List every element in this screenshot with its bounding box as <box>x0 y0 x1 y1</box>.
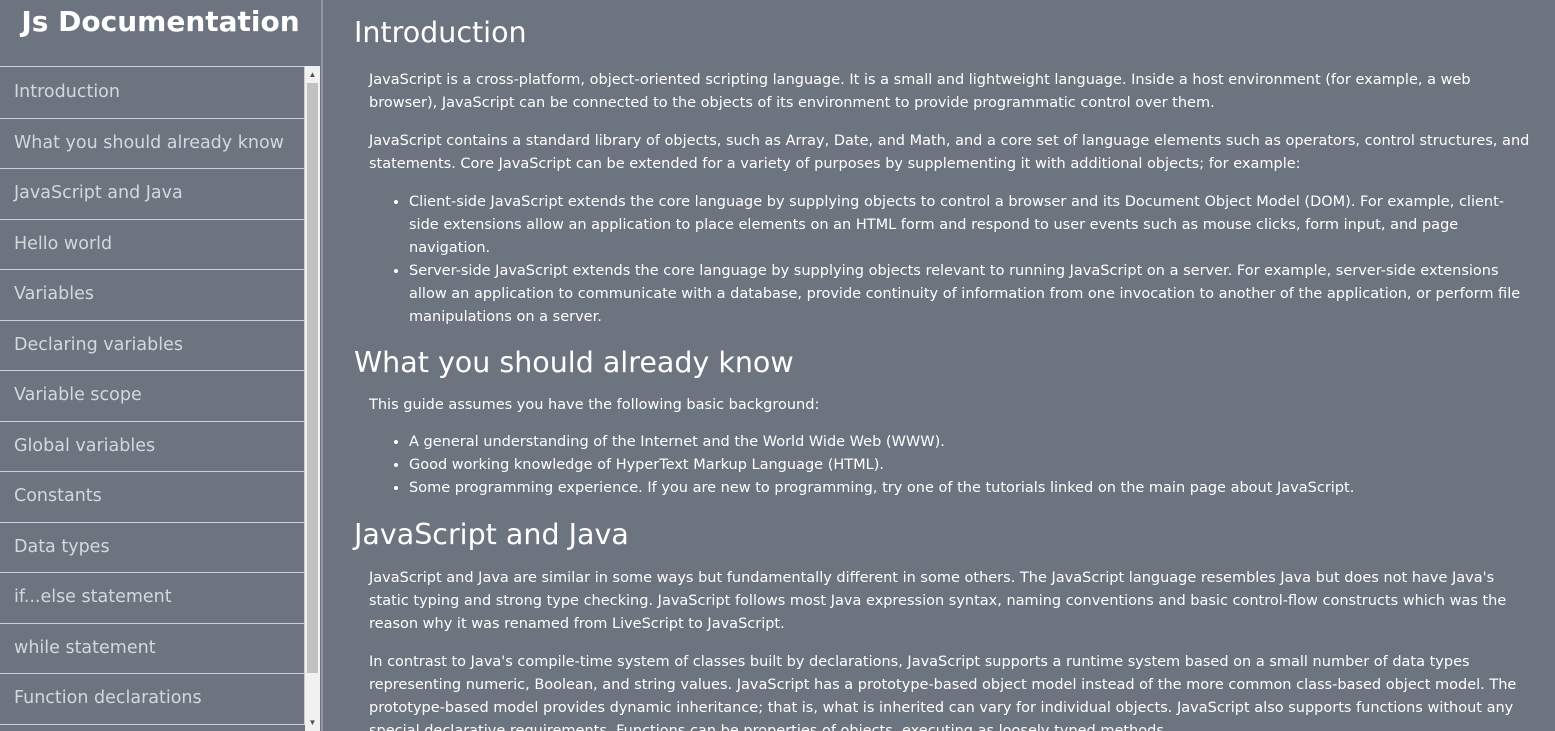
bullet-list: Client-side JavaScript extends the core … <box>369 191 1533 329</box>
sidebar-item-javascript-and-java[interactable]: JavaScript and Java <box>0 169 305 220</box>
paragraph: In contrast to Java's compile-time syste… <box>369 654 1517 731</box>
scroll-down-arrow-icon[interactable]: ▼ <box>305 714 320 731</box>
sidebar-item-declaring-variables[interactable]: Declaring variables <box>0 320 305 371</box>
sidebar-item-data-types[interactable]: Data types <box>0 522 305 573</box>
list-item: Some programming experience. If you are … <box>409 477 1533 500</box>
sidebar-title: Js Documentation <box>21 5 300 38</box>
section-title-javascript-and-java: JavaScript and Java <box>354 518 629 551</box>
section-title-introduction: Introduction <box>354 16 527 49</box>
sidebar-item-what-you-should-already-know[interactable]: What you should already know <box>0 118 305 169</box>
paragraph: JavaScript is a cross-platform, object-o… <box>369 72 1471 111</box>
section-body-javascript-and-java: JavaScript and Java are similar in some … <box>354 567 1533 731</box>
list-item: Server-side JavaScript extends the core … <box>409 260 1533 329</box>
section-title-what-you-should-already-know: What you should already know <box>354 346 794 379</box>
section-javascript-and-java: JavaScript and Java JavaScript and Java … <box>354 518 1533 731</box>
bullet-list: A general understanding of the Internet … <box>369 431 1533 500</box>
section-what-you-should-already-know: What you should already know This guide … <box>354 346 1533 500</box>
sidebar-item-hello-world[interactable]: Hello world <box>0 219 305 270</box>
sidebar-item-constants[interactable]: Constants <box>0 472 305 523</box>
section-body-what-you-should-already-know: This guide assumes you have the followin… <box>354 394 1533 500</box>
sidebar-nav-list[interactable]: Introduction What you should already kno… <box>0 66 305 731</box>
paragraph: JavaScript contains a standard library o… <box>369 133 1530 172</box>
sidebar-navbar: Js Documentation Introduction What you s… <box>0 0 323 731</box>
list-item: Client-side JavaScript extends the core … <box>409 191 1533 260</box>
app-window: Js Documentation Introduction What you s… <box>0 0 1555 731</box>
sidebar-item-if-else-statement[interactable]: if...else statement <box>0 573 305 624</box>
main-document: Introduction JavaScript is a cross-platf… <box>323 0 1555 731</box>
sidebar-item-variables[interactable]: Variables <box>0 270 305 321</box>
paragraph: JavaScript and Java are similar in some … <box>369 570 1507 632</box>
list-item: Good working knowledge of HyperText Mark… <box>409 454 1533 477</box>
scroll-up-arrow-icon[interactable]: ▲ <box>305 66 320 83</box>
section-introduction: Introduction JavaScript is a cross-platf… <box>354 0 1533 329</box>
paragraph: This guide assumes you have the followin… <box>369 397 820 413</box>
sidebar-scrollbar[interactable]: ▲ ▼ <box>305 66 320 731</box>
sidebar-item-while-statement[interactable]: while statement <box>0 623 305 674</box>
sidebar-item-variable-scope[interactable]: Variable scope <box>0 371 305 422</box>
list-item: A general understanding of the Internet … <box>409 431 1533 454</box>
sidebar-item-introduction[interactable]: Introduction <box>0 67 305 119</box>
scrollbar-thumb[interactable] <box>307 83 318 673</box>
sidebar-item-function-declarations[interactable]: Function declarations <box>0 674 305 725</box>
section-body-introduction: JavaScript is a cross-platform, object-o… <box>354 50 1533 329</box>
sidebar-item-global-variables[interactable]: Global variables <box>0 421 305 472</box>
